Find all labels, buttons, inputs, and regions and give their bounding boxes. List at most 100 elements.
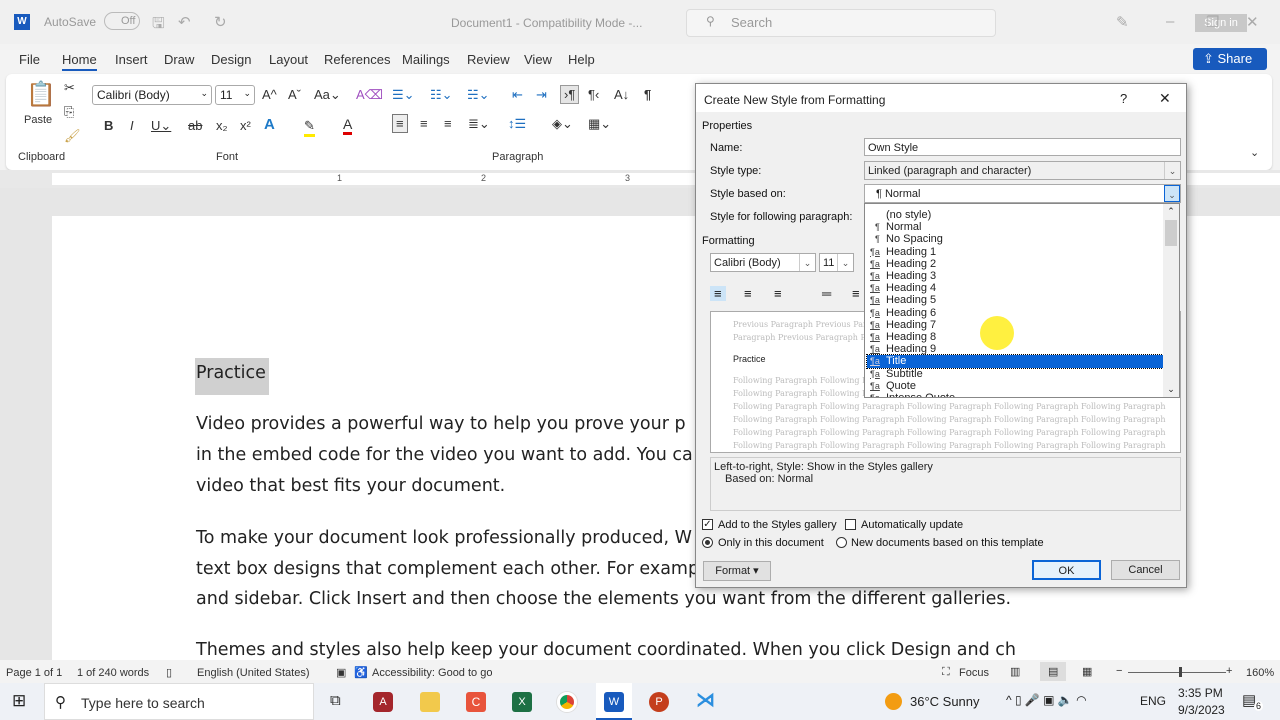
share-button[interactable]: ⇪ Share [1193, 48, 1267, 70]
word-count[interactable]: 1 of 240 words [77, 667, 149, 679]
document-line[interactable]: in the embed code for the video you want… [196, 445, 693, 465]
macro-icon[interactable]: ▣ [336, 666, 346, 679]
font-name-select[interactable]: Calibri (Body) ⌄ [92, 85, 212, 105]
tab-references[interactable]: References [324, 52, 390, 67]
add-to-gallery-checkbox[interactable]: ✓ [702, 519, 713, 530]
language[interactable]: English (United States) [197, 667, 310, 679]
camtasia-icon[interactable]: C [466, 692, 486, 712]
tab-layout[interactable]: Layout [269, 52, 308, 67]
style-option[interactable]: ¶a Heading 7 [867, 319, 1163, 331]
style-option[interactable]: ¶a Intense Quote [867, 392, 1163, 397]
zoom-slider[interactable] [1128, 672, 1226, 673]
style-option[interactable]: ¶a Heading 9 [867, 343, 1163, 355]
clock-time[interactable]: 3:35 PM [1178, 686, 1223, 700]
paste-button[interactable]: Paste [24, 114, 52, 126]
focus-button[interactable]: Focus [959, 667, 989, 679]
style-option[interactable]: ¶a Heading 4 [867, 282, 1163, 294]
cut-icon[interactable]: ✂ [64, 80, 75, 96]
align-left-icon[interactable]: ≡ [710, 286, 726, 301]
style-option[interactable]: ¶a Heading 3 [867, 270, 1163, 282]
scrollbar[interactable]: ⌃ ⌄ [1163, 204, 1179, 397]
document-line[interactable]: Video provides a powerful way to help yo… [196, 414, 686, 434]
restore-icon[interactable]: ❐ [1206, 13, 1219, 31]
style-option[interactable]: ¶a Heading 6 [867, 307, 1163, 319]
style-based-on-select[interactable]: ¶ Normal ⌄ [864, 184, 1181, 203]
close-icon[interactable]: ✕ [1246, 13, 1259, 31]
search-input[interactable]: Search [686, 9, 996, 37]
windows-start-icon[interactable]: ⊞ [12, 691, 26, 711]
bold-icon[interactable]: B [104, 118, 113, 133]
document-line[interactable]: Themes and styles also help keep your do… [196, 640, 1016, 660]
format-button[interactable]: Format ▾ [703, 561, 771, 581]
chevron-down-icon[interactable]: ⌄ [1164, 185, 1180, 202]
excel-icon[interactable]: X [512, 692, 532, 712]
format-painter-icon[interactable]: 🖌 [64, 128, 81, 144]
weather-text[interactable]: 36°C Sunny [910, 694, 980, 709]
zoom-slider-thumb[interactable] [1179, 667, 1182, 677]
help-button[interactable]: ? [1120, 91, 1127, 106]
style-option[interactable]: ¶a Heading 8 [867, 331, 1163, 343]
center-icon[interactable]: ≡ [744, 286, 752, 301]
single-spacing-icon[interactable]: ═ [822, 286, 831, 301]
subscript-icon[interactable]: x₂ [216, 118, 228, 133]
document-line[interactable]: text box designs that complement each ot… [196, 559, 699, 579]
clear-formatting-icon[interactable]: A⌫ [356, 87, 383, 103]
pen-icon[interactable]: ✎ [1116, 13, 1129, 31]
chrome-icon[interactable] [557, 692, 577, 712]
tab-draw[interactable]: Draw [164, 52, 194, 67]
ok-button[interactable]: OK [1032, 560, 1101, 580]
paste-icon[interactable]: 📋 [26, 80, 56, 109]
only-this-document-radio[interactable] [702, 537, 713, 548]
grow-font-icon[interactable]: A^ [262, 87, 277, 102]
word-taskbar-button[interactable]: W [596, 683, 632, 720]
page-count[interactable]: Page 1 of 1 [6, 667, 62, 679]
name-input[interactable]: Own Style [864, 138, 1181, 156]
undo-icon[interactable]: ↶ [178, 13, 191, 31]
style-type-select[interactable]: Linked (paragraph and character) ⌄ [864, 161, 1181, 180]
show-marks-icon[interactable]: ¶ [644, 87, 651, 102]
copy-icon[interactable]: ⎘ [64, 104, 74, 120]
scroll-thumb[interactable] [1165, 220, 1177, 246]
tab-file[interactable]: File [19, 52, 40, 67]
underline-icon[interactable]: U⌄ [151, 118, 171, 134]
shrink-font-icon[interactable]: Aˇ [288, 87, 301, 102]
style-option[interactable]: ¶ Normal [867, 221, 1163, 233]
vscode-icon[interactable]: ⋊ [696, 689, 715, 712]
print-layout-icon[interactable]: ▤ [1040, 662, 1067, 681]
taskbar-search[interactable]: ⚲ Type here to search [44, 683, 314, 720]
sign-in-button[interactable]: Sign in [1195, 14, 1247, 32]
text-effects-icon[interactable]: A [264, 116, 275, 133]
font-select[interactable]: Calibri (Body) ⌄ [710, 253, 816, 272]
tab-view[interactable]: View [524, 52, 552, 67]
document-line[interactable]: and sidebar. Click Insert and then choos… [196, 589, 1011, 609]
multilevel-list-icon[interactable]: ☵⌄ [467, 87, 490, 103]
style-option[interactable]: ¶ No Spacing [867, 233, 1163, 245]
italic-icon[interactable]: I [130, 118, 134, 133]
zoom-in-icon[interactable]: + [1226, 665, 1232, 677]
show-hidden-icons[interactable]: ^ ▯ 🎤 ▣ 🔈 ◠ [1006, 693, 1087, 707]
tab-insert[interactable]: Insert [115, 52, 148, 67]
style-option[interactable]: (no style) [867, 209, 1163, 221]
new-documents-radio[interactable] [836, 537, 847, 548]
double-spacing-icon[interactable]: ≡ [852, 286, 860, 301]
align-right-icon[interactable]: ≡ [774, 286, 782, 301]
tab-review[interactable]: Review [467, 52, 510, 67]
font-color-icon[interactable]: A [343, 116, 353, 135]
strikethrough-icon[interactable]: ab [188, 118, 202, 133]
redo-icon[interactable]: ↻ [214, 13, 227, 31]
task-view-icon[interactable]: ⧉ [330, 692, 341, 709]
align-left-icon[interactable]: ≡ [392, 114, 408, 133]
document-heading[interactable]: Practice [195, 358, 269, 395]
style-based-on-dropdown-list[interactable]: (no style) ¶ Normal ¶ No Spacing ¶a Heading 1 ¶… [864, 203, 1180, 398]
input-language[interactable]: ENG [1140, 694, 1166, 708]
clock-date[interactable]: 9/3/2023 [1178, 703, 1225, 717]
save-icon[interactable]: 🖫 [152, 13, 165, 38]
font-size-select[interactable]: 11 ⌄ [215, 85, 255, 105]
powerpoint-icon[interactable]: P [649, 692, 669, 712]
autosave-toggle[interactable]: Off [104, 12, 140, 30]
change-case-icon[interactable]: Aa⌄ [314, 87, 341, 103]
justify-icon[interactable]: ≣⌄ [468, 116, 490, 132]
zoom-level[interactable]: 160% [1246, 667, 1274, 679]
proofing-icon[interactable]: ▯ [166, 666, 172, 679]
superscript-icon[interactable]: x² [240, 118, 251, 133]
